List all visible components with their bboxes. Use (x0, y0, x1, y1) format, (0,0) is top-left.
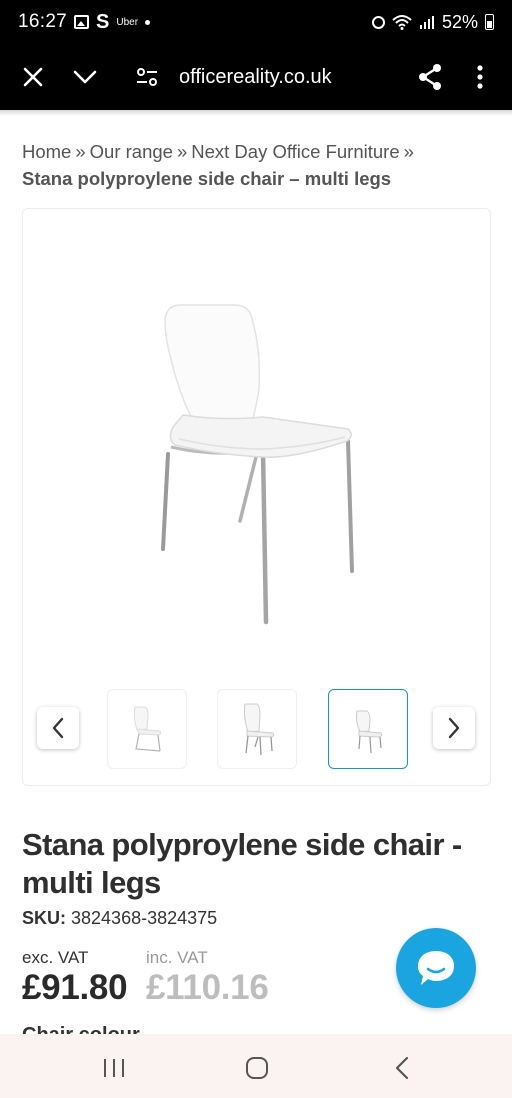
exc-vat-label: exc. VAT (22, 948, 89, 967)
sku-row: SKU: 3824368-3824375 (22, 908, 217, 929)
notification-dot-icon (145, 19, 151, 25)
breadcrumb: Home» Our range» Next Day Office Furniture… (22, 138, 492, 192)
s-app-icon: S (96, 10, 110, 33)
gallery-prev-button[interactable] (37, 707, 79, 749)
close-button[interactable] (11, 55, 55, 99)
sku-label: SKU: (22, 908, 66, 928)
gallery-next-button[interactable] (433, 707, 475, 749)
breadcrumb-home[interactable]: Home (22, 141, 71, 162)
recent-apps-button[interactable] (94, 1048, 134, 1088)
chat-bubble-icon (418, 951, 454, 985)
price-inc-vat: inc. VAT £110.16 (146, 948, 269, 1008)
exc-vat-price: £91.80 (22, 968, 128, 1007)
toolbar-shadow (0, 110, 512, 116)
minimize-button[interactable] (63, 55, 107, 99)
breadcrumb-separator: » (75, 141, 86, 162)
gallery-thumbnail[interactable] (107, 689, 187, 769)
battery-icon (485, 14, 494, 30)
back-button[interactable] (382, 1048, 422, 1088)
site-settings-button[interactable] (125, 55, 169, 99)
tune-icon (137, 68, 157, 86)
close-icon (23, 67, 43, 87)
gallery-thumbnail[interactable] (217, 689, 297, 769)
more-menu-button[interactable] (458, 55, 502, 99)
inc-vat-price: £110.16 (146, 968, 269, 1007)
share-button[interactable] (408, 55, 452, 99)
product-title: Stana polyproylene side chair - multi le… (22, 827, 462, 900)
system-navigation-bar (0, 1034, 512, 1098)
option-label-cut-off: Chair colour (22, 1022, 140, 1034)
thumbnail-image (355, 710, 383, 754)
breadcrumb-our-range[interactable]: Our range (90, 141, 173, 162)
home-icon (246, 1057, 268, 1079)
gallery-thumbnail-selected[interactable] (328, 689, 408, 769)
chevron-right-icon (448, 717, 460, 739)
breadcrumb-next-day[interactable]: Next Day Office Furniture (191, 141, 399, 162)
uber-icon: Uber (116, 16, 139, 28)
sku-value: 3824368-3824375 (71, 908, 218, 928)
more-icon (477, 65, 483, 89)
thumbnail-row (23, 689, 492, 769)
status-left: 16:27 S Uber (18, 10, 151, 34)
live-chat-button[interactable] (396, 928, 476, 1008)
status-bar: 16:27 S Uber 52% (0, 0, 512, 44)
recent-apps-icon (104, 1059, 124, 1077)
home-button[interactable] (237, 1048, 277, 1088)
url-bar[interactable]: officereality.co.uk (179, 66, 332, 89)
thumbnail-image (133, 706, 162, 752)
share-icon (419, 64, 441, 90)
breadcrumb-separator: » (403, 141, 414, 162)
alarm-icon (371, 15, 385, 29)
product-main-image[interactable] (123, 289, 383, 629)
status-time: 16:27 (18, 11, 68, 32)
product-gallery (22, 208, 491, 786)
status-right: 52% (371, 11, 494, 33)
signal-icon (419, 16, 434, 29)
back-icon (395, 1056, 409, 1080)
chevron-left-icon (52, 717, 64, 739)
price-exc-vat: exc. VAT £91.80 (22, 948, 128, 1008)
battery-percent: 52% (441, 11, 478, 32)
chevron-down-icon (73, 70, 97, 84)
thumbnail-image (243, 703, 275, 756)
browser-toolbar: officereality.co.uk (0, 44, 512, 110)
inc-vat-label: inc. VAT (146, 948, 208, 967)
wifi-icon (392, 15, 412, 30)
breadcrumb-current: Stana polyproylene side chair – multi le… (22, 168, 392, 189)
image-icon (74, 15, 90, 29)
breadcrumb-separator: » (176, 141, 188, 162)
